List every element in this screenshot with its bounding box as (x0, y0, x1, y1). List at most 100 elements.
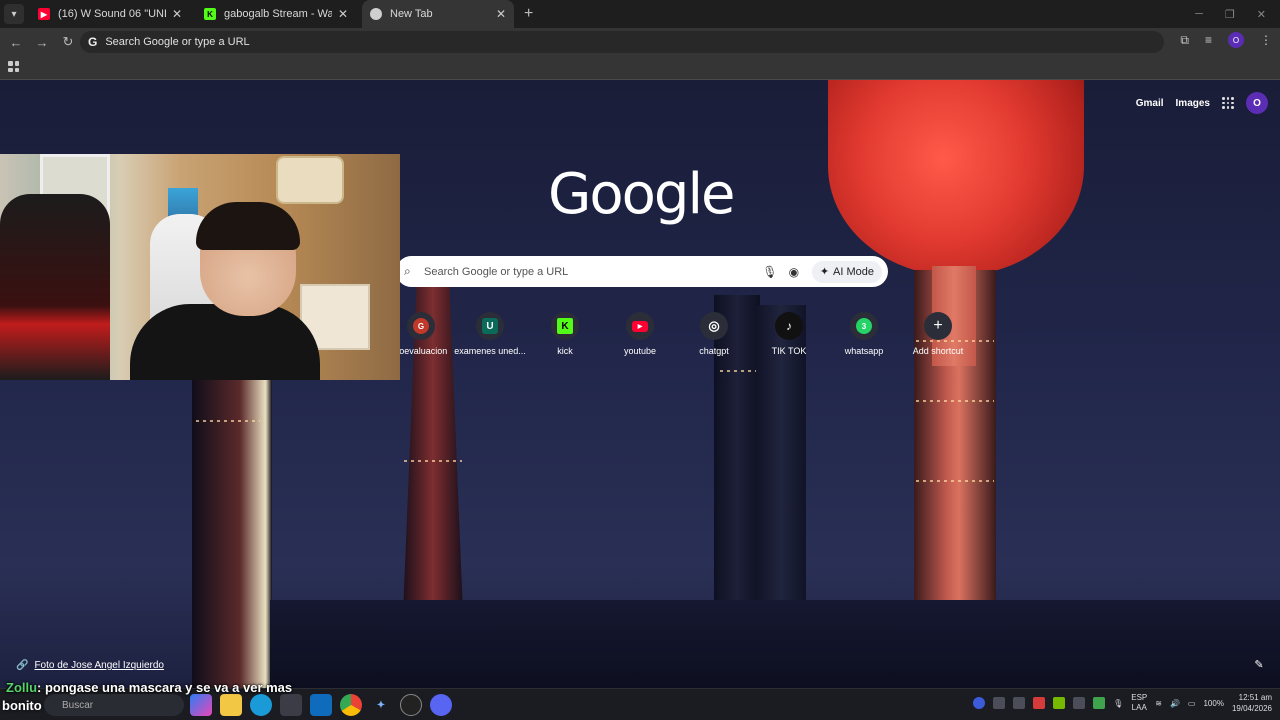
tray-app-icon[interactable] (1013, 697, 1026, 709)
minimize-icon[interactable]: ─ (1195, 8, 1203, 20)
chat-username: Zollu (6, 680, 38, 695)
shortcut-label: Add shortcut (912, 346, 964, 356)
google-search-box[interactable]: ⌕ 🎙 ◉ ✦ AI Mode (396, 256, 888, 287)
close-icon[interactable]: ✕ (338, 7, 348, 21)
tray-app-icon[interactable] (1033, 697, 1046, 709)
extensions-icon[interactable]: ⧉ (1180, 33, 1189, 48)
back-arrow-icon[interactable]: ← (4, 35, 28, 50)
reload-icon[interactable]: ↻ (56, 34, 80, 50)
shortcut-label: whatsapp (844, 346, 884, 356)
tab-title: gabogalb Stream - Watch Live (224, 8, 332, 20)
profile-avatar[interactable]: O (1228, 32, 1244, 48)
tab-title: (16) W Sound 06 "UNDERCROWN (58, 8, 166, 20)
shortcuts-grid: G coevaluacion U examenes uned... K kick… (380, 312, 980, 372)
images-link[interactable]: Images (1176, 98, 1210, 109)
discord-icon[interactable] (430, 694, 452, 716)
gemini-icon[interactable]: ✦ (370, 694, 392, 716)
shortcut-label: TIK TOK (771, 346, 807, 356)
wifi-icon[interactable]: ≋ (1155, 699, 1162, 708)
webcam-scene-gaming-chair (0, 194, 110, 380)
chat-text: : pongase una mascara y se va a ver mas (37, 680, 293, 695)
tray-app-icon[interactable] (1093, 697, 1106, 709)
building-lights (916, 400, 994, 402)
youtube-icon: ▶ (38, 8, 50, 20)
apps-grid-icon[interactable] (8, 61, 19, 72)
search-icon: ⌕ (404, 264, 411, 278)
address-bar-placeholder: Search Google or type a URL (105, 36, 250, 48)
shortcut-youtube[interactable]: ▶ youtube (603, 312, 677, 356)
ai-mode-label: AI Mode (833, 265, 874, 278)
obs-icon[interactable] (400, 694, 422, 716)
chevron-down-icon: ▾ (11, 8, 17, 20)
google-apps-icon[interactable] (1222, 97, 1234, 109)
tray-app-icon[interactable] (993, 697, 1006, 709)
tab-youtube[interactable]: ▶ (16) W Sound 06 "UNDERCROWN ✕ (30, 0, 190, 28)
shortcut-kick[interactable]: K kick (528, 312, 602, 356)
chrome-icon (370, 8, 382, 20)
account-avatar[interactable]: O (1246, 92, 1268, 114)
tiktok-icon: ♪ (775, 312, 803, 340)
building-lights (916, 480, 994, 482)
shortcut-whatsapp[interactable]: 3 whatsapp (827, 312, 901, 356)
ai-mode-button[interactable]: ✦ AI Mode (811, 260, 882, 283)
shortcut-tiktok[interactable]: ♪ TIK TOK (752, 312, 826, 356)
lens-icon[interactable]: ◉ (782, 265, 806, 279)
search-input[interactable] (424, 265, 758, 278)
kebab-menu-icon[interactable]: ⋮ (1260, 33, 1272, 47)
shortcut-add[interactable]: + Add shortcut (901, 312, 975, 356)
language-indicator[interactable]: ESP LAA (1131, 693, 1147, 713)
photo-credit-text: Foto de Jose Angel Izquierdo (34, 660, 164, 671)
ai-mode-icon: ✦ (819, 266, 830, 278)
gmail-link[interactable]: Gmail (1136, 98, 1164, 109)
clock[interactable]: 12:51 am 19/04/2026 (1232, 692, 1272, 714)
google-header: Gmail Images O (1136, 92, 1268, 114)
forward-arrow-icon[interactable]: → (30, 35, 54, 50)
background-moon (828, 80, 1084, 276)
stream-chat-message: Zollu: pongase una mascara y se va a ver… (6, 678, 292, 698)
whatsapp-icon: 3 (850, 312, 878, 340)
shortcut-examenes-uned[interactable]: U examenes uned... (453, 312, 527, 356)
photo-credit[interactable]: 🔗 Foto de Jose Angel Izquierdo (16, 660, 164, 671)
chrome-icon[interactable] (340, 694, 362, 716)
google-logo: Google (548, 162, 735, 227)
microphone-icon[interactable]: 🎙 (1113, 699, 1123, 708)
tab-new-tab[interactable]: New Tab ✕ (362, 0, 514, 28)
new-tab-button[interactable]: + (524, 5, 533, 23)
shortcut-label: chatgpt (699, 346, 729, 356)
shortcut-label: youtube (623, 346, 657, 356)
restore-icon[interactable]: ❐ (1225, 8, 1235, 21)
close-icon[interactable]: ✕ (496, 7, 506, 21)
shortcut-chatgpt[interactable]: ◎ chatgpt (677, 312, 751, 356)
customize-pencil-icon[interactable]: ✎ (1250, 658, 1268, 676)
building-lights (404, 460, 462, 462)
webcam-overlay (0, 154, 400, 380)
battery-percent: 100% (1203, 698, 1224, 708)
close-window-icon[interactable]: ✕ (1257, 8, 1266, 21)
battery-icon[interactable]: ▭ (1188, 699, 1196, 708)
tray-app-icon[interactable] (1053, 697, 1066, 709)
system-tray: 🎙 ESP LAA ≋ 🔊 ▭ 100% 12:51 am 19/04/2026 (973, 692, 1272, 714)
address-bar[interactable]: G Search Google or type a URL (80, 31, 1164, 53)
shortcut-label: kick (557, 346, 573, 356)
link-icon: 🔗 (16, 660, 29, 671)
background-tower (192, 380, 272, 688)
volume-icon[interactable]: 🔊 (1170, 699, 1180, 708)
tray-app-icon[interactable] (973, 697, 986, 709)
bookmarks-bar (0, 56, 1280, 80)
tray-app-icon[interactable] (1073, 697, 1086, 709)
shortcut-label: examenes uned... (454, 346, 526, 356)
kick-icon: K (551, 312, 579, 340)
media-controls-icon[interactable]: ≡ (1205, 33, 1212, 47)
tab-strip: ▾ ▶ (16) W Sound 06 "UNDERCROWN ✕ K gabo… (0, 0, 1280, 28)
background-skyline (270, 600, 1280, 688)
plus-icon: + (924, 312, 952, 340)
close-icon[interactable]: ✕ (172, 7, 182, 21)
taskbar-search-label: Buscar (62, 699, 94, 711)
tab-kick[interactable]: K gabogalb Stream - Watch Live ✕ (196, 0, 356, 28)
youtube-icon: ▶ (626, 312, 654, 340)
outlook-icon[interactable] (310, 694, 332, 716)
shortcut-favicon: G (407, 312, 435, 340)
google-g-icon: G (88, 35, 98, 49)
tab-search-button[interactable]: ▾ (4, 4, 24, 24)
microphone-icon[interactable]: 🎙 (758, 265, 782, 279)
